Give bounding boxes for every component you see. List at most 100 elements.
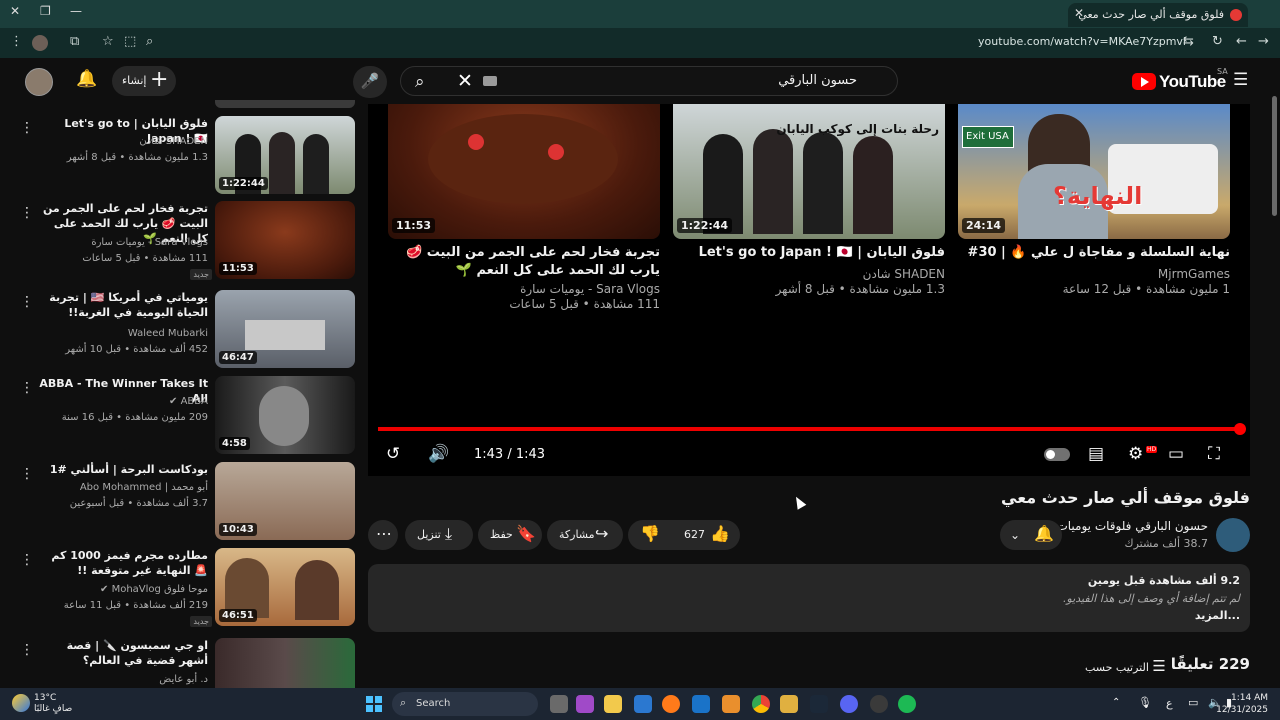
sidebar-channel[interactable]: أبو محمد | Abo Mohammed xyxy=(38,480,208,495)
share-button[interactable]: ↪ مشاركة xyxy=(547,520,623,550)
autoplay-toggle[interactable] xyxy=(1044,448,1070,461)
scrubber-handle[interactable] xyxy=(1234,423,1246,435)
sidebar-channel[interactable]: موحا فلوق MohaVlog ✔ xyxy=(38,582,208,597)
store-icon[interactable] xyxy=(634,695,652,713)
sidebar-video-title[interactable]: او جي سمبسون 🔪 | قصة أشهر قضية في العالم… xyxy=(38,638,208,668)
browser-tab-active[interactable]: فلوق موقف ألي صار حدث معي ✕ xyxy=(1068,3,1248,27)
firefox-icon[interactable] xyxy=(662,695,680,713)
end-card-thumbnail[interactable]: 11:53 xyxy=(388,104,660,239)
more-vertical-icon[interactable]: ⋮ xyxy=(20,294,34,310)
sidebar-video[interactable]: 4:58 ABBA - The Winner Takes It All ABBA… xyxy=(0,376,360,458)
search-icon[interactable]: ⌕ xyxy=(415,72,425,92)
sidebar-thumbnail[interactable] xyxy=(215,638,355,688)
search-input[interactable]: حسون البارقي xyxy=(778,73,857,88)
subscribed-button[interactable]: 🔔 ⌄ xyxy=(1000,520,1062,550)
channel-avatar[interactable] xyxy=(1216,518,1250,552)
sidebar-video[interactable]: 46:47 يومياتي في أمريكا 🇺🇸 | تجربة الحيا… xyxy=(0,290,360,372)
voice-search-button[interactable]: 🎤 xyxy=(353,66,387,98)
settings-gear-icon[interactable]: ⚙ xyxy=(1128,444,1143,464)
sidebar-video[interactable]: 11:53 تجربة فخار لحم على الجمر من البيت … xyxy=(0,201,360,283)
show-more-link[interactable]: ...المزيد xyxy=(1195,609,1240,622)
sidebar-video[interactable]: 46:51 مطارده مجرم فيمز 1000 كم 🚨 النهاية… xyxy=(0,548,360,630)
more-vertical-icon[interactable]: ⋮ xyxy=(20,552,34,568)
bookmark-star-icon[interactable]: ☆ xyxy=(102,34,114,49)
taskbar-search[interactable]: ⌕ Search xyxy=(392,692,538,716)
more-vertical-icon[interactable]: ⋮ xyxy=(20,466,34,482)
search-box[interactable]: ⌕ ✕ حسون البارقي xyxy=(400,66,898,96)
sidebar-channel[interactable]: ABBA ✔ xyxy=(38,394,208,409)
sidebar-video[interactable]: 10:43 بودكاست البرحة | أسألني #1 أبو محم… xyxy=(0,462,360,544)
widgets-icon[interactable] xyxy=(576,695,594,713)
close-window-icon[interactable]: ✕ xyxy=(10,4,20,18)
account-avatar[interactable] xyxy=(25,68,53,96)
sidebar-channel[interactable]: Waleed Mubarki xyxy=(38,326,208,341)
url-field[interactable]: youtube.com/watch?v=MKAe7Yzpmvl xyxy=(978,35,1186,48)
close-tab-icon[interactable]: ✕ xyxy=(1074,6,1084,20)
volume-icon[interactable]: 🔊 xyxy=(428,444,449,464)
chrome-icon[interactable] xyxy=(752,695,770,713)
outlook-icon[interactable] xyxy=(692,695,710,713)
fullscreen-icon[interactable]: ⛶ xyxy=(1208,444,1220,464)
end-card-channel[interactable]: Sara Vlogs - يوميات سارة xyxy=(390,282,660,297)
sidebar-channel[interactable]: SHADEN شادن xyxy=(38,134,208,149)
theater-mode-icon[interactable]: ▭ xyxy=(1168,444,1184,464)
description-box[interactable]: 9.2 ألف مشاهدة قبل يومين لم تتم إضافة أي… xyxy=(368,564,1250,632)
sidebar-thumbnail[interactable]: 46:51 xyxy=(215,548,355,626)
more-vertical-icon[interactable]: ⋮ xyxy=(20,642,34,658)
sidebar-thumbnail[interactable]: 11:53 xyxy=(215,201,355,279)
files-icon[interactable] xyxy=(780,695,798,713)
obs-icon[interactable] xyxy=(870,695,888,713)
save-button[interactable]: 🔖 حفظ xyxy=(478,520,542,550)
weather-widget[interactable]: 13°C صافٍ غالبًا xyxy=(34,693,72,715)
profile-icon[interactable] xyxy=(32,35,48,51)
spotify-icon[interactable] xyxy=(898,695,916,713)
create-button[interactable]: + إنشاء xyxy=(112,66,176,96)
clear-search-icon[interactable]: ✕ xyxy=(457,70,473,92)
discord-icon[interactable] xyxy=(840,695,858,713)
sidebar-channel[interactable]: Sara Vlogs - يوميات سارة xyxy=(38,235,208,250)
network-icon[interactable]: ▭ xyxy=(1188,696,1198,709)
restore-window-icon[interactable]: ❐ xyxy=(40,4,51,18)
sidebar-video-title[interactable]: يومياتي في أمريكا 🇺🇸 | تجربة الحياة اليو… xyxy=(38,290,208,320)
site-settings-icon[interactable]: ⇆ xyxy=(1183,34,1194,49)
steam-icon[interactable] xyxy=(810,695,828,713)
sidebar-channel[interactable]: د. أبو عايض xyxy=(38,672,208,687)
weather-icon[interactable] xyxy=(12,694,30,712)
end-card-title[interactable]: نهاية السلسلة و مفاجاة ل علي 🔥 | 30# xyxy=(960,244,1230,262)
video-player[interactable]: Exit USA النهاية؟ 24:14 نهاية السلسلة و … xyxy=(368,104,1250,476)
sidebar-video[interactable]: 1:22:44 فلوق اليابان | Let's go to Japan… xyxy=(0,116,360,198)
subtitles-icon[interactable]: ▤ xyxy=(1088,444,1104,464)
task-view-icon[interactable] xyxy=(550,695,568,713)
sidebar-thumbnail[interactable]: 46:47 xyxy=(215,290,355,368)
sidebar-thumbnail[interactable]: 4:58 xyxy=(215,376,355,454)
end-card-title[interactable]: تجربة فخار لحم على الجمر من البيت 🥩 يارب… xyxy=(390,244,660,280)
keyboard-icon[interactable] xyxy=(483,76,497,86)
more-vertical-icon[interactable]: ⋮ xyxy=(20,380,34,396)
end-card-channel[interactable]: SHADEN شادن xyxy=(675,267,945,282)
sidebar-video-title[interactable]: مطارده مجرم فيمز 1000 كم 🚨 النهاية غير م… xyxy=(38,548,208,578)
minimize-window-icon[interactable]: — xyxy=(70,4,82,18)
zoom-icon[interactable]: ⌕ xyxy=(146,34,153,49)
sidebar-video-title[interactable]: بودكاست البرحة | أسألني #1 xyxy=(38,462,208,477)
page-scrollbar[interactable] xyxy=(1272,96,1277,216)
channel-name[interactable]: حسون البارقي فلوقات يوميات xyxy=(1056,519,1208,533)
chevron-up-icon[interactable]: ⌃ xyxy=(1112,697,1120,708)
app-icon[interactable] xyxy=(722,695,740,713)
replay-icon[interactable]: ↺ xyxy=(386,444,400,464)
start-menu-icon[interactable] xyxy=(366,696,382,712)
youtube-logo[interactable]: YouTube SA xyxy=(1132,67,1228,94)
language-indicator[interactable]: ع xyxy=(1166,697,1173,710)
more-vertical-icon[interactable]: ⋮ xyxy=(20,205,34,221)
more-vertical-icon[interactable]: ⋮ xyxy=(20,120,34,136)
microphone-icon[interactable]: 🎙 xyxy=(1138,696,1152,709)
file-explorer-icon[interactable] xyxy=(604,695,622,713)
end-card-title[interactable]: فلوق اليابان | Let's go to Japan ! 🇯🇵 xyxy=(675,244,945,262)
sidebar-thumbnail[interactable]: 10:43 xyxy=(215,462,355,540)
extensions-icon[interactable]: ⧉ xyxy=(70,34,79,49)
dislike-button[interactable]: 👎 xyxy=(640,524,660,543)
more-actions-button[interactable]: ⋯ xyxy=(368,520,398,550)
screenshot-icon[interactable]: ⬚ xyxy=(124,34,136,49)
system-clock[interactable]: 1:14 AM 12/31/2025 xyxy=(1216,692,1268,716)
sidebar-thumbnail[interactable]: 1:22:44 xyxy=(215,116,355,194)
sort-comments-button[interactable]: ☰ الترتيب حسب xyxy=(1085,657,1172,675)
